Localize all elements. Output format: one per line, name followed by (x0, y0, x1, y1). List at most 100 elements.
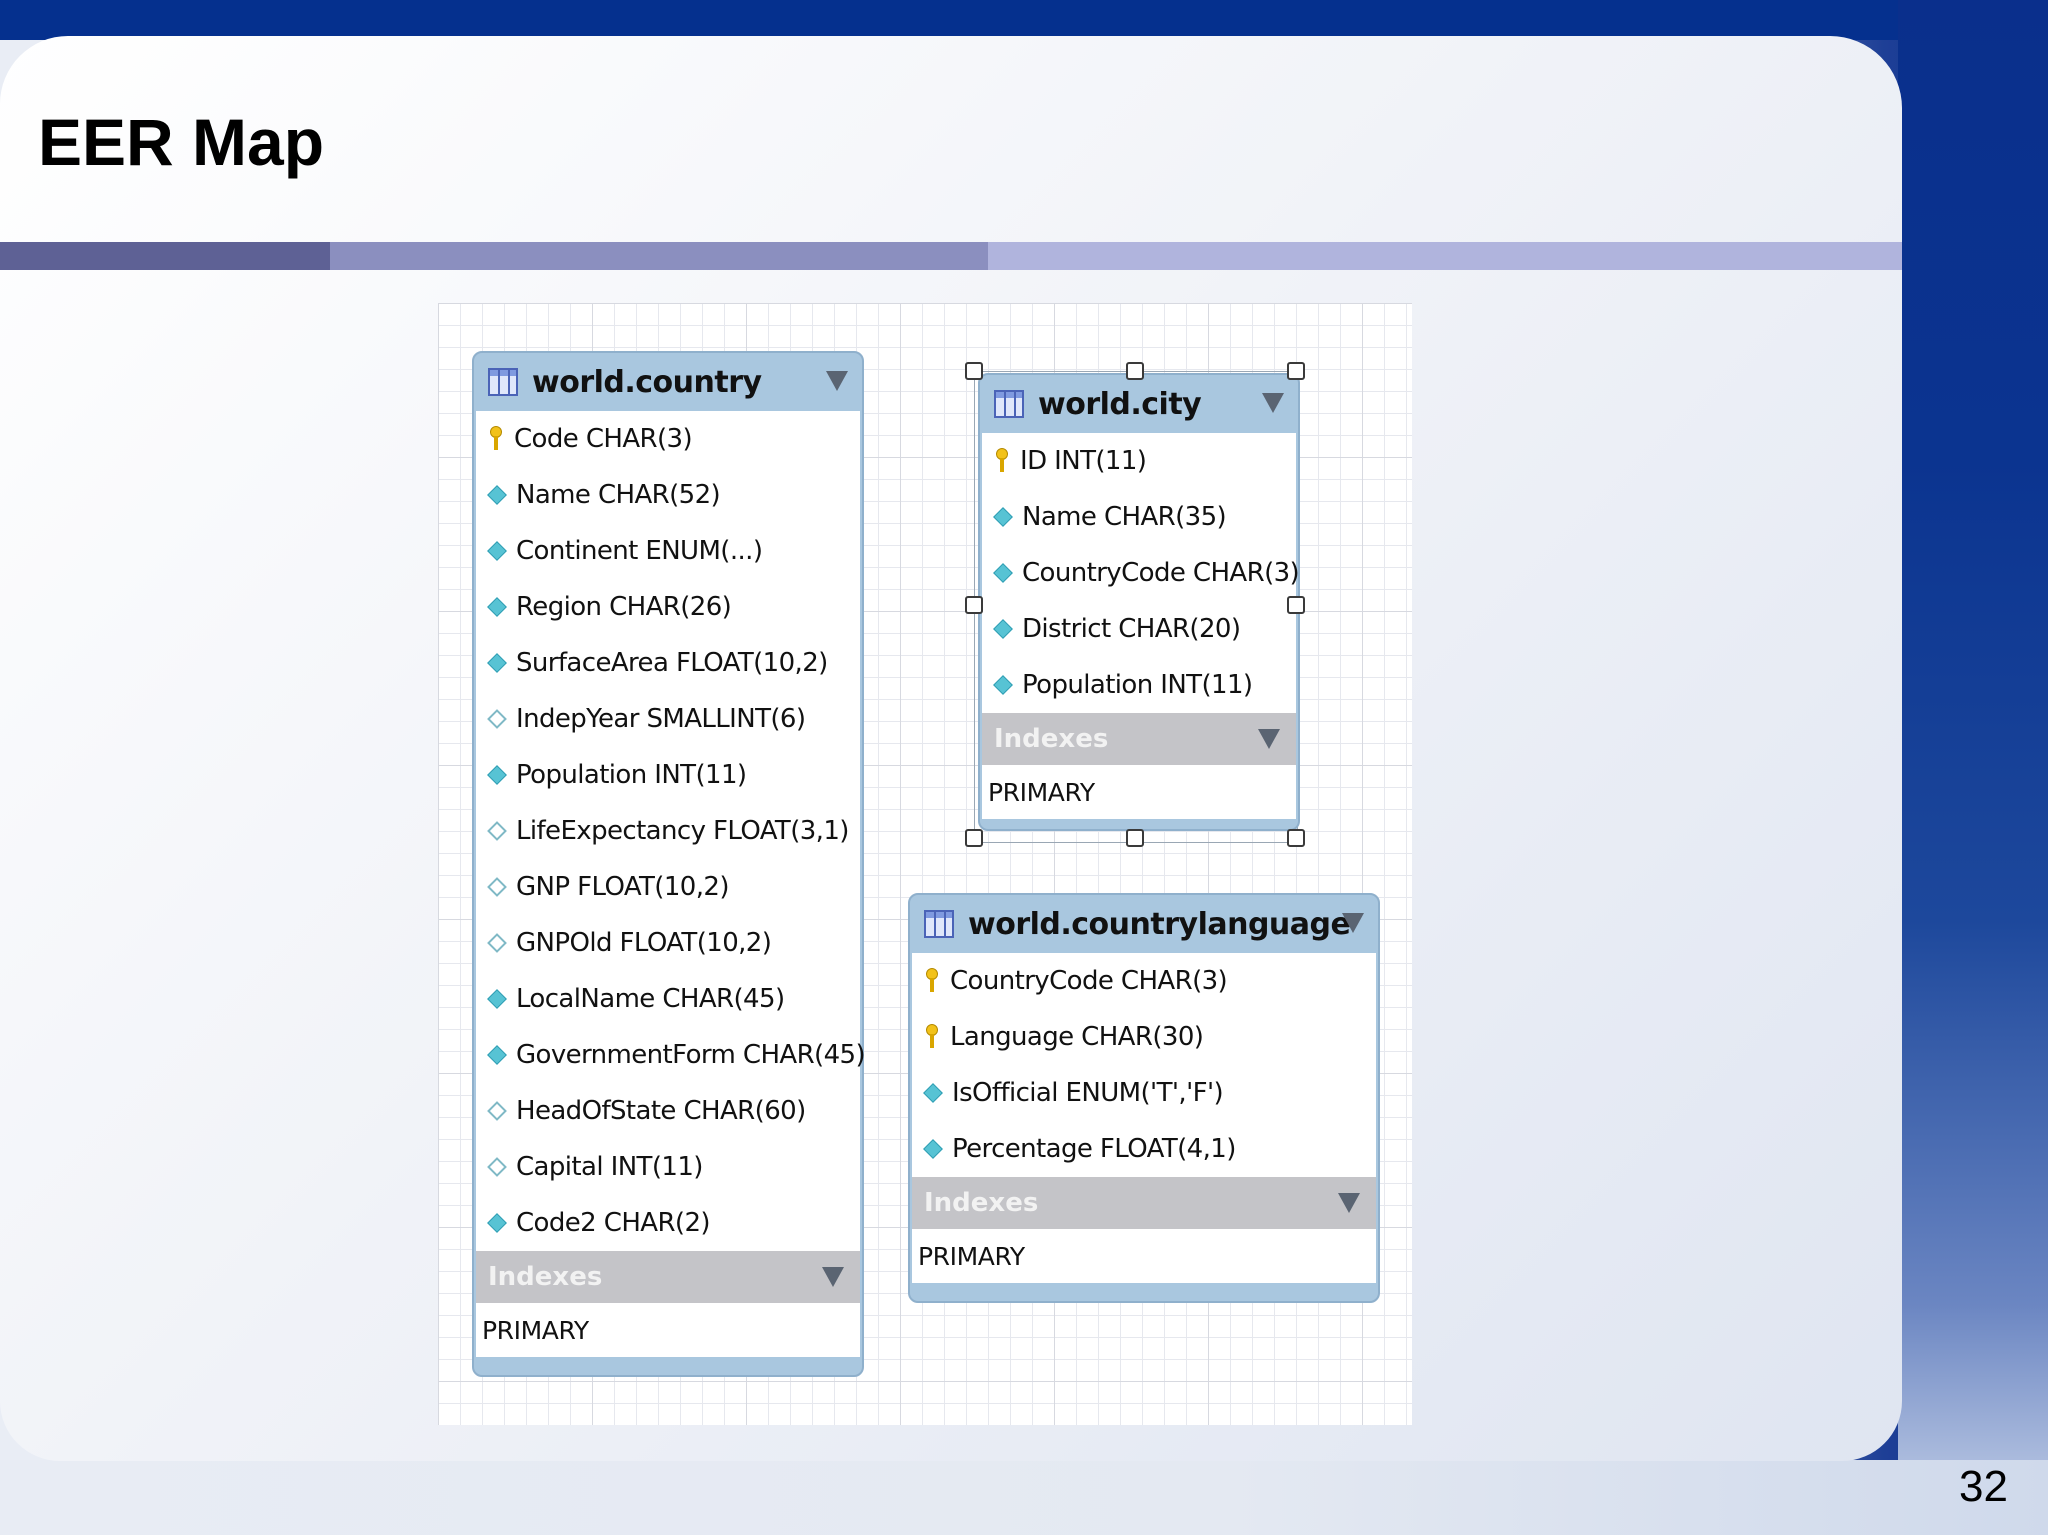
column-row[interactable]: Percentage FLOAT(4,1) (912, 1121, 1376, 1177)
column-label: SurfaceArea FLOAT(10,2) (516, 648, 828, 678)
key-icon (490, 426, 502, 452)
table-icon (488, 368, 518, 396)
column-row[interactable]: SurfaceArea FLOAT(10,2) (476, 635, 860, 691)
column-label: Name CHAR(35) (1022, 502, 1227, 532)
column-row[interactable]: Language CHAR(30) (912, 1009, 1376, 1065)
resize-handle-top[interactable] (1126, 362, 1144, 380)
indexes-header[interactable]: Indexes (476, 1251, 860, 1303)
collapse-arrow-icon[interactable] (822, 1267, 844, 1287)
diamond-filled-icon (923, 1083, 943, 1103)
diamond-filled-icon (993, 619, 1013, 639)
entity-footer (910, 1283, 1378, 1301)
entity-title: world.country (532, 364, 762, 400)
column-row[interactable]: CountryCode CHAR(3) (982, 545, 1300, 601)
diamond-empty-icon (487, 821, 507, 841)
diamond-filled-icon (487, 1213, 507, 1233)
column-row[interactable]: GovernmentForm CHAR(45) (476, 1027, 866, 1083)
column-label: GNPOld FLOAT(10,2) (516, 928, 772, 958)
entity-header[interactable]: world.city (980, 375, 1298, 433)
diamond-empty-icon (487, 877, 507, 897)
page-number: 32 (1959, 1462, 2008, 1511)
column-label: Region CHAR(26) (516, 592, 732, 622)
index-row[interactable]: PRIMARY (476, 1303, 860, 1357)
index-row[interactable]: PRIMARY (912, 1229, 1376, 1283)
column-row[interactable]: Name CHAR(52) (476, 467, 860, 523)
entity-world-countrylanguage[interactable]: world.countrylanguage CountryCode CHAR(3… (908, 893, 1380, 1303)
column-row[interactable]: ID INT(11) (982, 433, 1296, 489)
top-band (0, 0, 2048, 40)
entity-footer (474, 1357, 862, 1375)
slide-title: EER Map (38, 105, 325, 179)
diamond-filled-icon (993, 507, 1013, 527)
eer-diagram-canvas[interactable]: world.country Code CHAR(3) Name CHAR(52) C… (438, 303, 1412, 1425)
column-row[interactable]: Population INT(11) (476, 747, 860, 803)
column-label: IsOfficial ENUM('T','F') (952, 1078, 1224, 1108)
column-row[interactable]: IsOfficial ENUM('T','F') (912, 1065, 1376, 1121)
column-row[interactable]: Continent ENUM(...) (476, 523, 860, 579)
collapse-arrow-icon[interactable] (1262, 393, 1284, 413)
title-underline-segment-2 (330, 242, 988, 270)
column-label: Name CHAR(52) (516, 480, 721, 510)
column-label: LifeExpectancy FLOAT(3,1) (516, 816, 849, 846)
column-row[interactable]: Code2 CHAR(2) (476, 1195, 860, 1251)
diamond-empty-icon (487, 1157, 507, 1177)
entity-world-city[interactable]: world.city ID INT(11) Name CHAR(35) Countr… (978, 373, 1300, 831)
column-row[interactable]: Code CHAR(3) (476, 411, 860, 467)
column-row[interactable]: GNPOld FLOAT(10,2) (476, 915, 860, 971)
column-row[interactable]: Region CHAR(26) (476, 579, 860, 635)
column-label: HeadOfState CHAR(60) (516, 1096, 806, 1126)
indexes-header[interactable]: Indexes (912, 1177, 1376, 1229)
resize-handle-bottom-left[interactable] (965, 829, 983, 847)
column-label: Population INT(11) (1022, 670, 1253, 700)
column-row[interactable]: HeadOfState CHAR(60) (476, 1083, 860, 1139)
column-row[interactable]: Capital INT(11) (476, 1139, 860, 1195)
index-row[interactable]: PRIMARY (982, 765, 1296, 819)
resize-handle-bottom-right[interactable] (1287, 829, 1305, 847)
collapse-arrow-icon[interactable] (1258, 729, 1280, 749)
column-row[interactable]: LocalName CHAR(45) (476, 971, 860, 1027)
column-row[interactable]: Population INT(11) (982, 657, 1296, 713)
column-label: Percentage FLOAT(4,1) (952, 1134, 1236, 1164)
resize-handle-top-left[interactable] (965, 362, 983, 380)
diamond-empty-icon (487, 1101, 507, 1121)
title-underline-segment-3 (988, 242, 1902, 270)
column-row[interactable]: LifeExpectancy FLOAT(3,1) (476, 803, 860, 859)
entity-header[interactable]: world.country (474, 353, 862, 411)
column-label: CountryCode CHAR(3) (950, 966, 1228, 996)
column-row[interactable]: District CHAR(20) (982, 601, 1296, 657)
indexes-label: Indexes (924, 1188, 1039, 1218)
index-name: PRIMARY (918, 1241, 1025, 1271)
column-row[interactable]: GNP FLOAT(10,2) (476, 859, 860, 915)
title-underline-segment-1 (0, 242, 330, 270)
column-row[interactable]: IndepYear SMALLINT(6) (476, 691, 860, 747)
column-label: Code2 CHAR(2) (516, 1208, 711, 1238)
column-label: LocalName CHAR(45) (516, 984, 785, 1014)
indexes-header[interactable]: Indexes (982, 713, 1296, 765)
column-row[interactable]: Name CHAR(35) (982, 489, 1296, 545)
resize-handle-left[interactable] (965, 596, 983, 614)
diamond-filled-icon (487, 765, 507, 785)
entity-title: world.city (1038, 386, 1202, 422)
collapse-arrow-icon[interactable] (1342, 913, 1364, 933)
collapse-arrow-icon[interactable] (1338, 1193, 1360, 1213)
column-list: ID INT(11) Name CHAR(35) CountryCode CHAR(… (982, 433, 1300, 713)
collapse-arrow-icon[interactable] (826, 371, 848, 391)
column-label: IndepYear SMALLINT(6) (516, 704, 806, 734)
resize-handle-right[interactable] (1287, 596, 1305, 614)
diamond-filled-icon (487, 653, 507, 673)
diamond-filled-icon (993, 675, 1013, 695)
entity-header[interactable]: world.countrylanguage (910, 895, 1378, 953)
column-label: GovernmentForm CHAR(45) (516, 1040, 866, 1070)
column-label: Capital INT(11) (516, 1152, 703, 1182)
entity-world-country[interactable]: world.country Code CHAR(3) Name CHAR(52) C… (472, 351, 866, 1377)
key-icon (996, 448, 1008, 474)
diamond-filled-icon (487, 1045, 507, 1065)
column-label: CountryCode CHAR(3) (1022, 558, 1300, 588)
column-row[interactable]: CountryCode CHAR(3) (912, 953, 1376, 1009)
diamond-filled-icon (487, 541, 507, 561)
table-icon (994, 390, 1024, 418)
column-label: Population INT(11) (516, 760, 747, 790)
resize-handle-top-right[interactable] (1287, 362, 1305, 380)
resize-handle-bottom[interactable] (1126, 829, 1144, 847)
diamond-filled-icon (993, 563, 1013, 583)
